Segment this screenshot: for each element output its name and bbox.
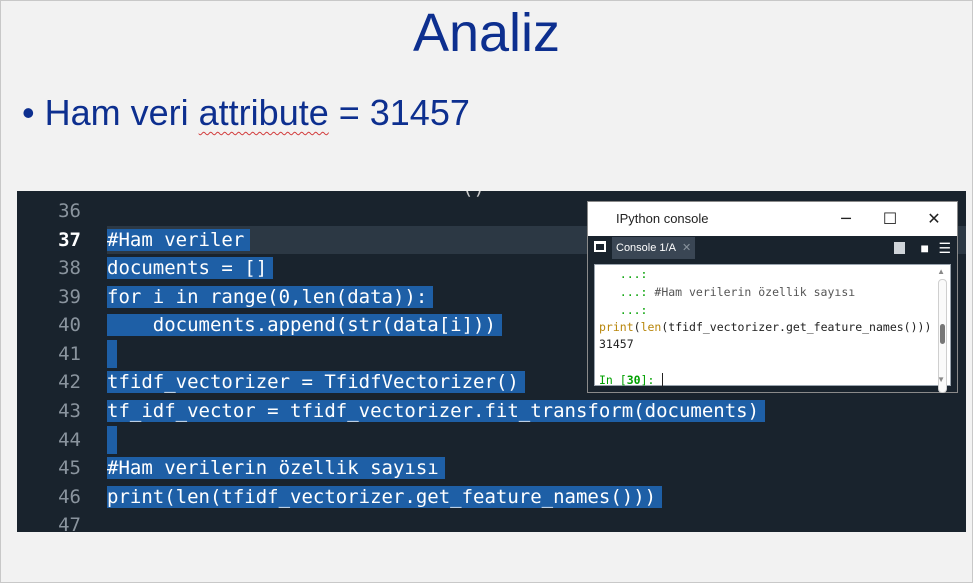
line-number: 40	[58, 314, 81, 336]
selected-code: documents.append(str(data[i]))	[107, 314, 502, 336]
ipython-console-window[interactable]: IPython console ─ ☐ ✕ Console 1/A ✕ ■ ☰ .…	[588, 202, 957, 393]
bullet-spellcheck-word[interactable]: attribute	[199, 92, 329, 133]
code-line[interactable]: for i in range(0,len(data)):	[107, 283, 434, 311]
selected-code: #Ham verilerin özellik sayısı	[107, 457, 445, 479]
stop-icon[interactable]	[894, 242, 905, 254]
bullet-suffix: = 31457	[328, 92, 470, 133]
line-number: 36	[58, 200, 81, 222]
selected-code: print(len(tfidf_vectorizer.get_feature_n…	[107, 486, 663, 508]
scroll-up-icon[interactable]: ▲	[937, 267, 945, 276]
tab-console-1a[interactable]: Console 1/A ✕	[612, 237, 696, 259]
output-result: 31457	[599, 337, 634, 351]
paren: (	[633, 320, 641, 334]
console-body: ...: ...: #Ham verilerin özellik sayısı …	[588, 260, 957, 393]
line-number: 39	[58, 286, 81, 308]
selected-empty-line	[107, 340, 117, 368]
continuation-prompt: ...:	[599, 285, 655, 299]
bullet-prefix: Ham veri	[44, 92, 199, 133]
text-cursor	[662, 373, 671, 387]
code-line[interactable]: documents = []	[107, 254, 274, 282]
continuation-line: ...:	[599, 267, 648, 281]
code-fragment-above: ()	[462, 191, 485, 199]
line-number: 45	[58, 457, 81, 479]
line-number: 43	[58, 400, 81, 422]
window-icon[interactable]	[594, 241, 606, 252]
selected-code: for i in range(0,len(data)):	[107, 286, 434, 308]
prompt-close: ]:	[640, 373, 662, 387]
input-prompt-line[interactable]: In [30]:	[599, 373, 671, 388]
line-number: 42	[58, 371, 81, 393]
line-number: 47	[58, 514, 81, 532]
bullet-marker: •	[22, 92, 35, 133]
code-line[interactable]: print(len(tfidf_vectorizer.get_feature_n…	[107, 483, 663, 511]
continuation-line: ...:	[599, 303, 648, 317]
prompt-number: 30	[626, 373, 641, 387]
scrollbar-thumb[interactable]	[940, 324, 945, 344]
eraser-icon[interactable]: ■	[921, 240, 929, 256]
console-titlebar[interactable]: IPython console ─ ☐ ✕	[588, 202, 957, 236]
builtin-print: print	[599, 320, 634, 334]
tab-label: Console 1/A	[616, 242, 676, 254]
console-tabbar: Console 1/A ✕ ■ ☰	[588, 236, 957, 260]
bullet-item: • Ham veri attribute = 31457	[22, 92, 470, 134]
code-line[interactable]: documents.append(str(data[i]))	[107, 311, 502, 339]
maximize-button[interactable]: ☐	[875, 207, 905, 231]
selected-code: tfidf_vectorizer = TfidfVectorizer()	[107, 371, 525, 393]
selected-code: #Ham veriler	[107, 229, 251, 251]
scroll-down-icon[interactable]: ▼	[937, 375, 945, 384]
console-window-title: IPython console	[616, 211, 709, 226]
minimize-button[interactable]: ─	[831, 207, 861, 231]
comment-text: #Ham verilerin özellik sayısı	[654, 285, 856, 299]
line-number: 46	[58, 486, 81, 508]
prompt-in: In [	[599, 373, 627, 387]
line-number-active: 37	[58, 229, 81, 251]
tab-close-icon[interactable]: ✕	[682, 242, 691, 254]
slide-title: Analiz	[412, 3, 561, 63]
selected-empty-line	[107, 426, 117, 454]
code-line[interactable]: tf_idf_vector = tfidf_vectorizer.fit_tra…	[107, 397, 766, 425]
print-line: print(len(tfidf_vectorizer.get_feature_n…	[599, 320, 931, 335]
selected-code: tf_idf_vector = tfidf_vectorizer.fit_tra…	[107, 400, 766, 422]
menu-icon[interactable]: ☰	[938, 240, 951, 256]
print-args: (tfidf_vectorizer.get_feature_names()))	[661, 320, 932, 334]
code-line[interactable]: #Ham verilerin özellik sayısı	[107, 454, 445, 482]
code-line[interactable]: #Ham veriler	[107, 226, 251, 254]
code-line[interactable]: tfidf_vectorizer = TfidfVectorizer()	[107, 368, 525, 396]
builtin-len: len	[640, 320, 662, 334]
line-number: 44	[58, 429, 81, 451]
console-output[interactable]: ...: ...: #Ham verilerin özellik sayısı …	[594, 264, 951, 393]
selected-code: documents = []	[107, 257, 274, 279]
line-number: 38	[58, 257, 81, 279]
close-button[interactable]: ✕	[919, 207, 949, 231]
line-number-gutter: 36 37 38 39 40 41 42 43 44 45 46 47	[17, 191, 103, 532]
continuation-line: ...: #Ham verilerin özellik sayısı	[599, 285, 855, 300]
line-number: 41	[58, 343, 81, 365]
